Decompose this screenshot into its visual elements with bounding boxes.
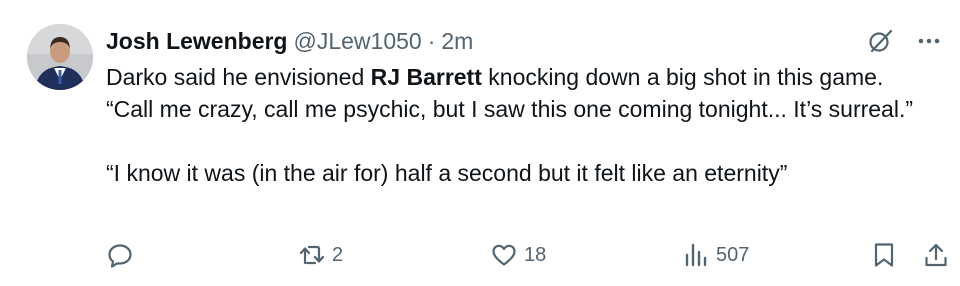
tweet-quote-1: “Call me crazy, call me psychic, but I s… bbox=[106, 96, 913, 122]
text-segment: Darko said he envisioned bbox=[106, 64, 371, 90]
avatar-photo bbox=[27, 24, 93, 90]
tweet-line-1: Darko said he envisioned RJ Barrett knoc… bbox=[106, 61, 948, 93]
tweet-header: Josh Lewenberg @JLew1050 · 2m bbox=[106, 24, 473, 58]
author-name[interactable]: Josh Lewenberg bbox=[106, 28, 287, 55]
like-button[interactable]: 18 bbox=[490, 241, 546, 269]
bookmark-icon bbox=[874, 243, 894, 267]
views-button[interactable]: 507 bbox=[682, 241, 749, 269]
tweet-top-icons bbox=[866, 26, 944, 56]
author-handle[interactable]: @JLew1050 bbox=[293, 28, 421, 55]
heart-icon bbox=[492, 244, 516, 266]
like-count: 18 bbox=[524, 243, 547, 266]
share-button[interactable] bbox=[922, 241, 950, 269]
mention-bold: RJ Barrett bbox=[370, 64, 482, 90]
more-icon[interactable] bbox=[914, 26, 944, 56]
separator-dot: · bbox=[427, 27, 436, 54]
text-segment: knocking down a big shot in this game. bbox=[481, 64, 884, 90]
retweet-button[interactable]: 2 bbox=[298, 241, 343, 269]
retweet-icon bbox=[299, 245, 325, 265]
avatar[interactable] bbox=[27, 24, 93, 90]
retweet-count: 2 bbox=[332, 243, 344, 266]
share-icon bbox=[925, 243, 947, 267]
reply-icon bbox=[108, 244, 132, 268]
action-bar: 2 18 507 bbox=[0, 241, 960, 277]
bookmark-button[interactable] bbox=[870, 241, 898, 269]
grok-icon[interactable] bbox=[866, 26, 896, 56]
tweet-text: Darko said he envisioned RJ Barrett knoc… bbox=[106, 61, 948, 189]
views-icon bbox=[685, 243, 707, 267]
tweet-quote-2: “I know it was (in the air for) half a s… bbox=[106, 160, 788, 186]
reply-button[interactable] bbox=[106, 241, 140, 269]
views-count: 507 bbox=[716, 243, 750, 266]
tweet-card: Josh Lewenberg @JLew1050 · 2m Darko said… bbox=[0, 0, 960, 286]
timestamp[interactable]: 2m bbox=[441, 28, 473, 55]
